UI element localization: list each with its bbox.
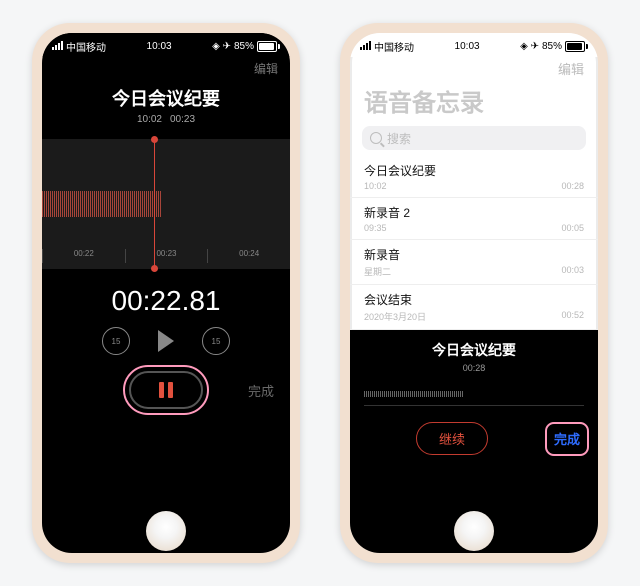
search-icon bbox=[370, 132, 382, 144]
edit-link[interactable]: 编辑 bbox=[254, 60, 278, 77]
elapsed-timer: 00:22.81 bbox=[42, 285, 290, 317]
done-button-disabled: 完成 bbox=[248, 381, 274, 400]
waveform[interactable]: 00:22 00:23 00:24 bbox=[42, 139, 290, 269]
list-item[interactable]: 今日会议纪要 10:0200:28 bbox=[350, 156, 598, 198]
phone-frame-right: 中国移动 10:03 ◈ ✈ 85% 编辑 语音备忘录 搜索 今日会议纪要 10… bbox=[340, 23, 608, 563]
status-bar: 中国移动 10:03 ◈ ✈ 85% bbox=[42, 33, 290, 57]
battery-icon bbox=[257, 41, 280, 52]
location-icon: ◈ ✈ bbox=[212, 41, 231, 52]
signal-icon bbox=[52, 42, 63, 50]
recording-screen: 中国移动 10:03 ◈ ✈ 85% 编辑 今日会议纪要 10:0200:23 … bbox=[42, 33, 290, 553]
carrier-label: 中国移动 bbox=[66, 39, 106, 54]
battery-pct: 85% bbox=[542, 41, 562, 52]
play-button[interactable] bbox=[158, 330, 174, 352]
battery-icon bbox=[565, 41, 588, 52]
status-bar: 中国移动 10:03 ◈ ✈ 85% bbox=[350, 33, 598, 57]
list-item[interactable]: 新录音 2 09:3500:05 bbox=[350, 198, 598, 240]
clock: 10:03 bbox=[147, 41, 172, 52]
search-input[interactable]: 搜索 bbox=[362, 126, 586, 150]
done-button[interactable]: 完成 bbox=[554, 432, 580, 447]
skip-forward-button[interactable]: 15 bbox=[202, 327, 230, 355]
list-item[interactable]: 新录音 星期二00:03 bbox=[350, 240, 598, 285]
playback-controls: 15 15 bbox=[42, 327, 290, 355]
carrier-label: 中国移动 bbox=[374, 39, 414, 54]
phone-frame-left: 中国移动 10:03 ◈ ✈ 85% 编辑 今日会议纪要 10:0200:23 … bbox=[32, 23, 300, 563]
signal-icon bbox=[360, 42, 371, 50]
panel-title: 今日会议纪要 bbox=[350, 340, 598, 360]
mini-waveform[interactable] bbox=[364, 383, 584, 406]
location-icon: ◈ ✈ bbox=[520, 41, 539, 52]
highlight-box: 完成 bbox=[550, 427, 584, 451]
clock: 10:03 bbox=[455, 41, 480, 52]
recording-subtitle: 10:0200:23 bbox=[42, 114, 290, 125]
recordings-list: 今日会议纪要 10:0200:28 新录音 2 09:3500:05 新录音 星… bbox=[350, 156, 598, 330]
memos-list-screen: 中国移动 10:03 ◈ ✈ 85% 编辑 语音备忘录 搜索 今日会议纪要 10… bbox=[350, 33, 598, 553]
continue-button[interactable]: 继续 bbox=[416, 422, 488, 455]
highlight-box bbox=[127, 369, 205, 411]
page-title: 语音备忘录 bbox=[350, 83, 598, 118]
pause-button[interactable] bbox=[129, 371, 203, 409]
skip-back-button[interactable]: 15 bbox=[102, 327, 130, 355]
panel-duration: 00:28 bbox=[350, 363, 598, 373]
list-item[interactable]: 会议结束 2020年3月20日00:52 bbox=[350, 285, 598, 330]
search-placeholder: 搜索 bbox=[387, 130, 411, 147]
time-ruler: 00:22 00:23 00:24 bbox=[42, 249, 290, 263]
edit-link[interactable]: 编辑 bbox=[558, 59, 584, 81]
playback-panel: 今日会议纪要 00:28 继续 完成 bbox=[350, 330, 598, 553]
battery-pct: 85% bbox=[234, 41, 254, 52]
recording-title: 今日会议纪要 bbox=[42, 85, 290, 111]
